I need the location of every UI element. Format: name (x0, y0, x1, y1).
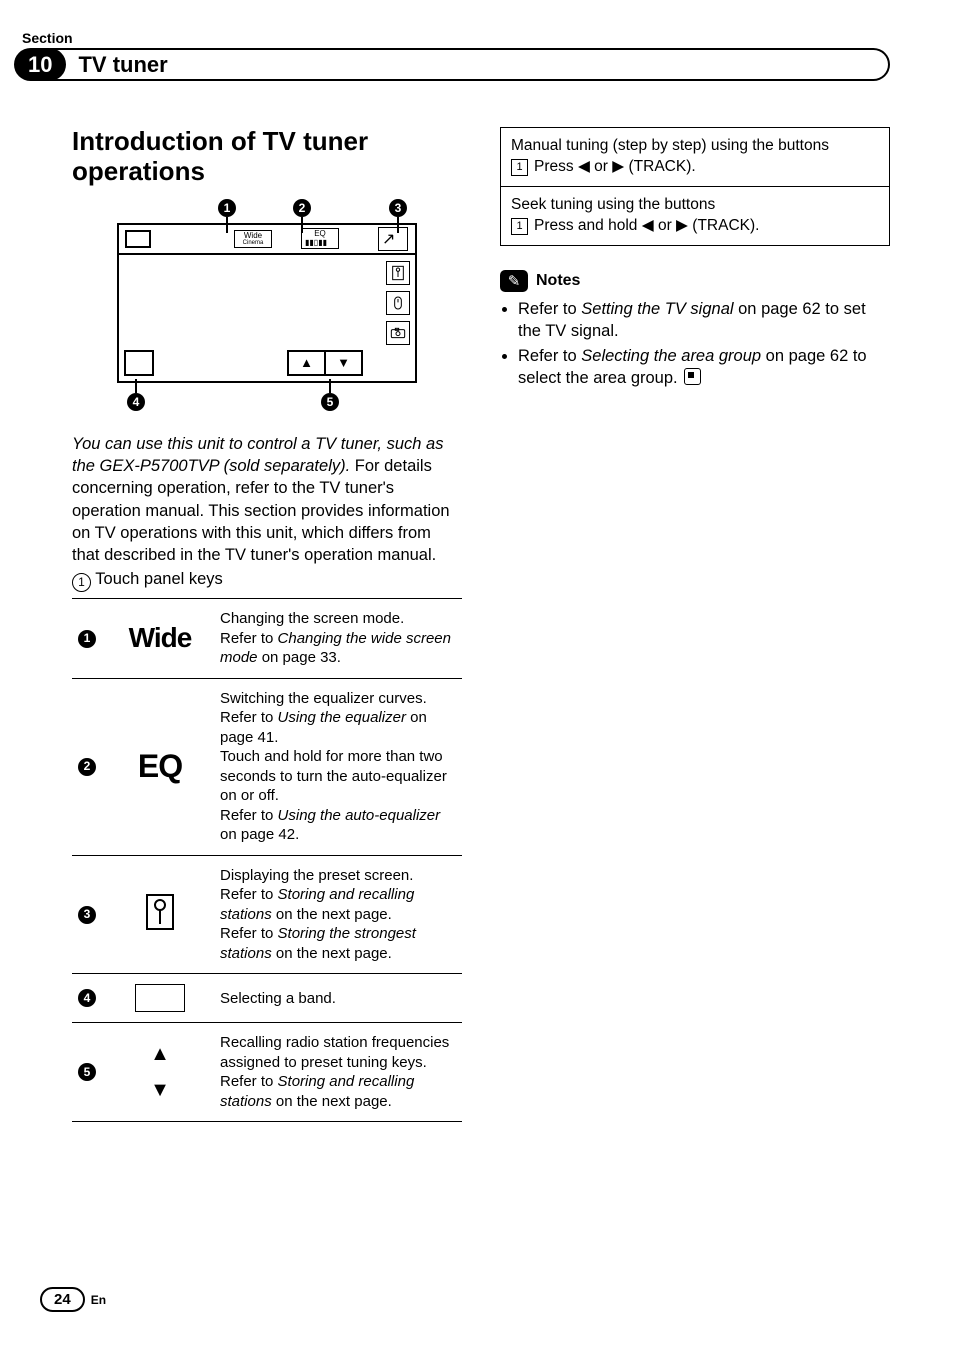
notes-list: Refer to Setting the TV signal on page 6… (500, 298, 890, 390)
callout-5: 5 (321, 393, 339, 411)
step-1-box: 1 (511, 218, 528, 235)
page-number: 24 (40, 1287, 85, 1312)
tv-source-icon (125, 230, 151, 248)
step-1-box: 1 (511, 159, 528, 176)
callout-3: 3 (389, 199, 407, 217)
seek-tuning-row: Seek tuning using the buttons 1Press and… (501, 186, 889, 245)
preset-list-icon (144, 892, 176, 932)
table-row: 4 Selecting a band. (72, 974, 462, 1023)
end-of-section-icon (684, 368, 701, 385)
diagram-frame: Wide Cinema EQ ▮▮▯▮▮ ↗ (117, 223, 417, 383)
touch-keys-table: 1 Wide Changing the screen mode.Refer to… (72, 598, 462, 1122)
callout-2: 2 (293, 199, 311, 217)
list-item: Refer to Setting the TV signal on page 6… (518, 298, 890, 343)
row-num-2: 2 (78, 758, 96, 776)
row-desc-5: Recalling radio station frequencies assi… (214, 1023, 462, 1122)
chapter-header: 10 TV tuner (14, 48, 890, 81)
tuning-instructions-box: Manual tuning (step by step) using the b… (500, 127, 890, 246)
manual-tuning-row: Manual tuning (step by step) using the b… (501, 128, 889, 186)
callout-4: 4 (127, 393, 145, 411)
wide-icon: Wide (129, 622, 192, 653)
row-desc-2: Switching the equalizer curves.Refer to … (214, 678, 462, 855)
section-label: Section (22, 30, 890, 46)
page-footer: 24 En (40, 1287, 106, 1312)
list-item: Refer to Selecting the area group on pag… (518, 345, 890, 390)
eq-button-diagram: EQ ▮▮▯▮▮ (301, 228, 339, 249)
eq-icon: EQ (138, 748, 182, 784)
row-num-3: 3 (78, 906, 96, 924)
table-row: 1 Wide Changing the screen mode.Refer to… (72, 599, 462, 679)
row-desc-3: Displaying the preset screen.Refer to St… (214, 855, 462, 974)
notes-title: Notes (536, 272, 580, 290)
table-row: 5 ▲▼ Recalling radio station frequencies… (72, 1023, 462, 1122)
wide-button-diagram: Wide Cinema (234, 230, 272, 248)
band-icon (135, 984, 185, 1012)
touch-keys-label: Touch panel keys (95, 570, 223, 588)
row-desc-1: Changing the screen mode.Refer to Changi… (214, 599, 462, 679)
camera-icon (386, 321, 410, 345)
fullscreen-icon: ↗ (378, 227, 408, 251)
notes-icon (500, 270, 528, 292)
circled-1: 1 (72, 573, 91, 592)
row-num-4: 4 (78, 989, 96, 1007)
language-label: En (91, 1293, 106, 1307)
chapter-title: TV tuner (78, 52, 167, 78)
table-row: 3 Displaying the preset screen.Refer to … (72, 855, 462, 974)
table-row: 2 EQ Switching the equalizer curves.Refe… (72, 678, 462, 855)
scroll-icon (386, 291, 410, 315)
band-box-diagram (124, 350, 154, 376)
intro-heading: Introduction of TV tuner operations (72, 127, 462, 187)
chapter-title-line: TV tuner (50, 48, 890, 81)
tv-tuner-diagram: 1 2 3 4 5 Wide Cinema (117, 199, 417, 409)
arrow-box-diagram: ▲▼ (287, 350, 363, 376)
row-desc-4: Selecting a band. (214, 974, 462, 1023)
notes-header: Notes (500, 270, 890, 292)
row-num-5: 5 (78, 1063, 96, 1081)
list-icon-diagram (386, 261, 410, 285)
row-num-1: 1 (78, 630, 96, 648)
callout-1: 1 (218, 199, 236, 217)
intro-text-block: You can use this unit to control a TV tu… (72, 433, 462, 593)
up-down-arrows-icon: ▲▼ (112, 1041, 208, 1103)
